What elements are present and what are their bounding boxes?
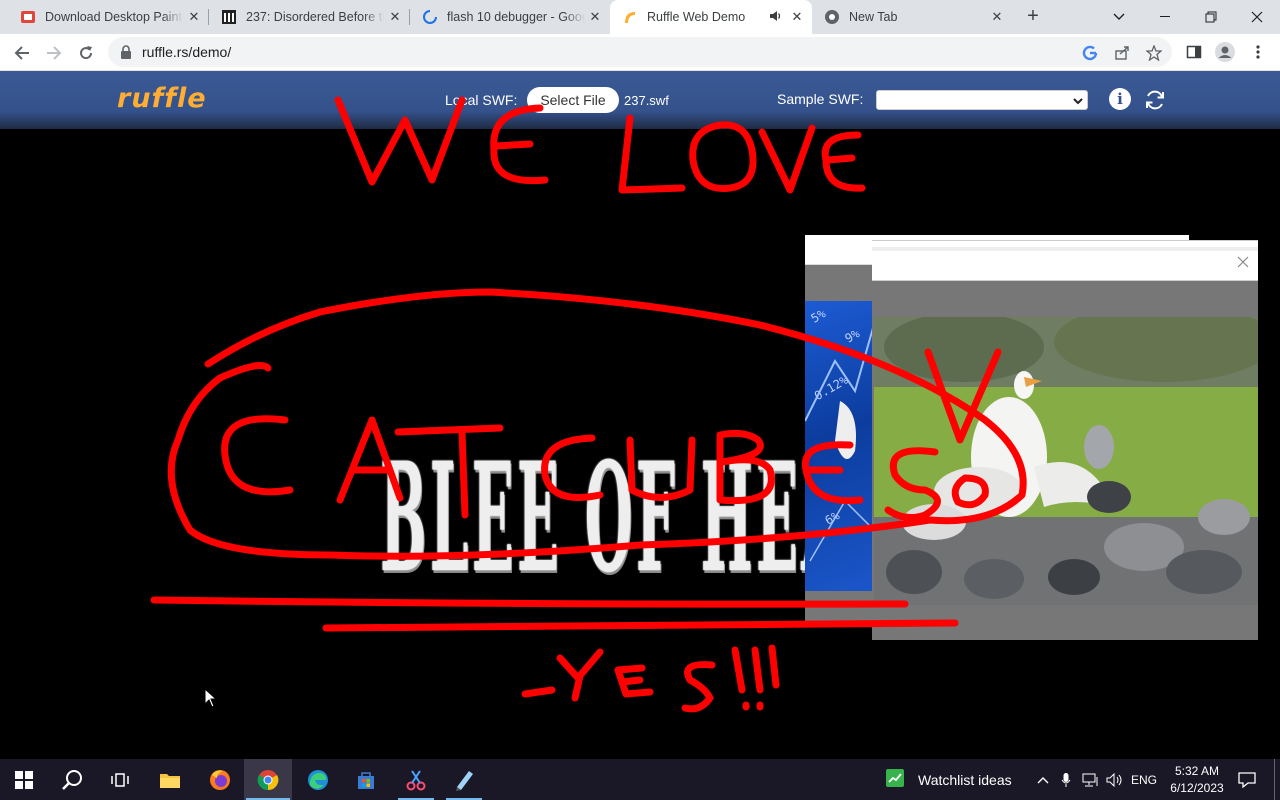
close-icon[interactable]: ✕ <box>790 10 804 24</box>
tab-search-icon[interactable] <box>1096 0 1142 34</box>
close-icon[interactable]: ✕ <box>588 10 602 24</box>
reload-button[interactable] <box>72 39 100 67</box>
ruffle-header: ruffle Local SWF: Select File 237.swf Sa… <box>0 71 1280 129</box>
local-swf-label: Local SWF: <box>445 92 518 108</box>
close-icon[interactable]: ✕ <box>388 10 402 24</box>
tab-ruffle-demo[interactable]: Ruffle Web Demo ✕ <box>610 0 812 34</box>
file-explorer-icon[interactable] <box>146 759 194 800</box>
notifications-icon[interactable] <box>1234 759 1260 800</box>
titlebar-divider <box>872 247 1258 251</box>
microphone-icon[interactable] <box>1056 759 1076 800</box>
loaded-file-name: 237.swf <box>624 93 669 108</box>
forward-button[interactable] <box>40 39 68 67</box>
goose-pigeons-video[interactable] <box>874 317 1258 605</box>
watchlist-label: Watchlist ideas <box>918 771 1012 788</box>
browser-toolbar: ruffle.rs/demo/ <box>0 34 1280 71</box>
lock-icon[interactable] <box>120 45 132 64</box>
back-button[interactable] <box>8 39 36 67</box>
desktop-painter-icon[interactable] <box>440 759 488 800</box>
network-icon[interactable] <box>1080 759 1102 800</box>
url-text: ruffle.rs/demo/ <box>142 44 232 60</box>
chrome-icon <box>824 9 840 25</box>
profile-avatar-icon[interactable] <box>1215 42 1235 62</box>
clock-time: 5:32 AM <box>1174 764 1220 778</box>
minimize-button[interactable] <box>1142 0 1188 34</box>
window-close-button[interactable] <box>1234 0 1280 34</box>
firefox-icon[interactable] <box>196 759 244 800</box>
tab-title: flash 10 debugger - Google <box>447 10 585 24</box>
tab-title: Ruffle Web Demo <box>647 10 746 24</box>
search-icon[interactable] <box>48 759 96 800</box>
mouse-cursor <box>204 687 218 713</box>
start-button[interactable] <box>0 759 48 800</box>
tab-strip: Download Desktop Painter ✕ 237: Disorder… <box>0 0 1280 34</box>
microsoft-store-icon[interactable] <box>342 759 390 800</box>
loading-icon <box>422 9 438 25</box>
tab-new-tab[interactable]: New Tab ✕ <box>812 0 1012 34</box>
tab-title: 237: Disordered Before the <box>246 10 384 24</box>
share-icon[interactable] <box>1113 44 1131 62</box>
edge-icon[interactable] <box>294 759 342 800</box>
reload-swf-icon[interactable] <box>1143 88 1167 112</box>
show-desktop-button[interactable] <box>1274 759 1280 800</box>
select-file-button[interactable]: Select File <box>527 87 619 113</box>
google-translate-icon[interactable] <box>1081 44 1099 62</box>
browser-menu-icon[interactable] <box>1248 42 1268 62</box>
snipping-tool-icon[interactable] <box>392 759 440 800</box>
language-indicator[interactable]: ENG <box>1128 759 1160 800</box>
info-icon[interactable]: i <box>1109 88 1131 110</box>
painter-icon <box>20 9 36 25</box>
speaker-icon[interactable] <box>768 9 782 26</box>
restore-button[interactable] <box>1188 0 1234 34</box>
new-tab-button[interactable]: + <box>1020 5 1046 29</box>
chevron-down-icon <box>1073 92 1083 109</box>
tab-title: Download Desktop Painter <box>45 10 183 24</box>
stock-chart-icon <box>886 769 904 790</box>
bookmark-star-icon[interactable] <box>1145 44 1163 62</box>
system-clock[interactable]: 5:32 AM 6/12/2023 <box>1168 763 1226 797</box>
side-panel-icon[interactable] <box>1184 42 1204 62</box>
tab-flash-debugger[interactable]: flash 10 debugger - Google ✕ <box>410 0 610 34</box>
stock-ticker-image: 5% 0.12% 9% 6% <box>805 301 875 591</box>
close-icon[interactable]: ✕ <box>990 10 1004 24</box>
sample-swf-select[interactable] <box>876 90 1088 110</box>
tab-desktop-painter[interactable]: Download Desktop Painter ✕ <box>8 0 209 34</box>
ruffle-icon <box>622 9 638 25</box>
watchlist-widget[interactable]: Watchlist ideas <box>886 769 1012 790</box>
volume-icon[interactable] <box>1104 759 1126 800</box>
tab-disordered[interactable]: 237: Disordered Before the ✕ <box>209 0 410 34</box>
windows-taskbar: Watchlist ideas ENG 5:32 AM 6/12/2023 <box>0 759 1280 800</box>
popup-window-front[interactable] <box>872 240 1258 640</box>
clock-date: 6/12/2023 <box>1170 781 1224 795</box>
gothic-title-text: BLEE OF HEA <box>380 429 848 606</box>
popup-titlebar[interactable] <box>872 241 1258 281</box>
ruffle-logo[interactable]: ruffle <box>117 83 207 114</box>
show-hidden-icons-chevron[interactable] <box>1033 759 1053 800</box>
task-view-icon[interactable] <box>96 759 144 800</box>
archive-icon <box>221 9 237 25</box>
address-bar[interactable]: ruffle.rs/demo/ <box>108 37 1172 67</box>
tab-title: New Tab <box>849 10 898 24</box>
close-icon[interactable] <box>1236 255 1250 269</box>
close-icon[interactable]: ✕ <box>187 10 201 24</box>
sample-swf-label: Sample SWF: <box>777 91 864 107</box>
chrome-taskbar-icon[interactable] <box>244 759 292 800</box>
ruffle-player[interactable]: BLEE OF HEA 5% 0.12% 9% 6% <box>0 129 1280 759</box>
